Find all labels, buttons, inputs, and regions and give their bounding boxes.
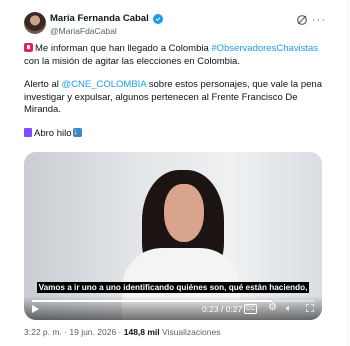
tweet-text-segment: con la misión de agitar las elecciones e… <box>24 55 240 67</box>
volume-icon[interactable]: 🔈︎ <box>286 303 291 314</box>
author-handle[interactable]: @MariaFdaCabal <box>50 26 117 36</box>
video-progress-fill <box>32 300 272 302</box>
tweet-meta: 3:22 p. m. · 19 jun. 2026 · 148,8 mil Vi… <box>24 327 220 337</box>
mention-link[interactable]: @CNE_COLOMBIA <box>62 79 147 90</box>
tweet-text: Me informan que han llegado a Colombia #… <box>24 43 324 140</box>
tweet-text-segment: Me informan que han llegado a Colombia <box>35 43 212 54</box>
tweet-time[interactable]: 3:22 p. m. <box>24 327 62 337</box>
video-person-face <box>164 184 204 242</box>
captions-icon[interactable]: CC <box>244 304 257 314</box>
author-row: María Fernanda Cabal <box>50 13 163 24</box>
tweet-date[interactable]: 19 jun. 2026 <box>69 327 116 337</box>
tweet-paragraph-1: Me informan que han llegado a Colombia #… <box>24 43 324 68</box>
tweet-text-segment: Alerto al <box>24 79 62 90</box>
separator: · <box>116 327 124 337</box>
play-icon[interactable] <box>32 305 39 313</box>
tweet: María Fernanda Cabal @MariaFdaCabal ··· … <box>0 0 349 346</box>
fullscreen-icon[interactable] <box>306 304 314 312</box>
grok-icon[interactable] <box>296 14 308 26</box>
thread-emoji-icon <box>24 127 32 137</box>
video-controls: 0:23 / 0:27 CC ⚙ 🔈︎ <box>24 296 322 320</box>
siren-emoji-icon <box>24 43 33 52</box>
author-name[interactable]: María Fernanda Cabal <box>50 13 149 24</box>
tweet-paragraph-2: Alerto al @CNE_COLOMBIA sobre estos pers… <box>24 79 324 117</box>
video-subtitle-text: Vamos a ir uno a uno identificando quién… <box>36 282 310 293</box>
down-arrow-emoji-icon <box>72 126 82 138</box>
video-time: 0:23 / 0:27 <box>202 304 243 314</box>
video-subtitle: Vamos a ir uno a uno identificando quién… <box>24 277 322 295</box>
hashtag-link[interactable]: #ObservadoresChavistas <box>211 43 318 54</box>
avatar[interactable] <box>24 12 46 34</box>
views-count: 148,8 mil <box>123 327 160 337</box>
verified-badge-icon <box>152 13 163 24</box>
tweet-paragraph-3: Abro hilo <box>24 126 324 141</box>
more-icon[interactable]: ··· <box>312 14 326 26</box>
video-player[interactable]: Vamos a ir uno a uno identificando quién… <box>24 152 322 320</box>
views-label: Visualizaciones <box>159 327 221 337</box>
gear-icon[interactable]: ⚙ <box>268 302 277 313</box>
tweet-text-segment: Abro hilo <box>34 127 72 139</box>
